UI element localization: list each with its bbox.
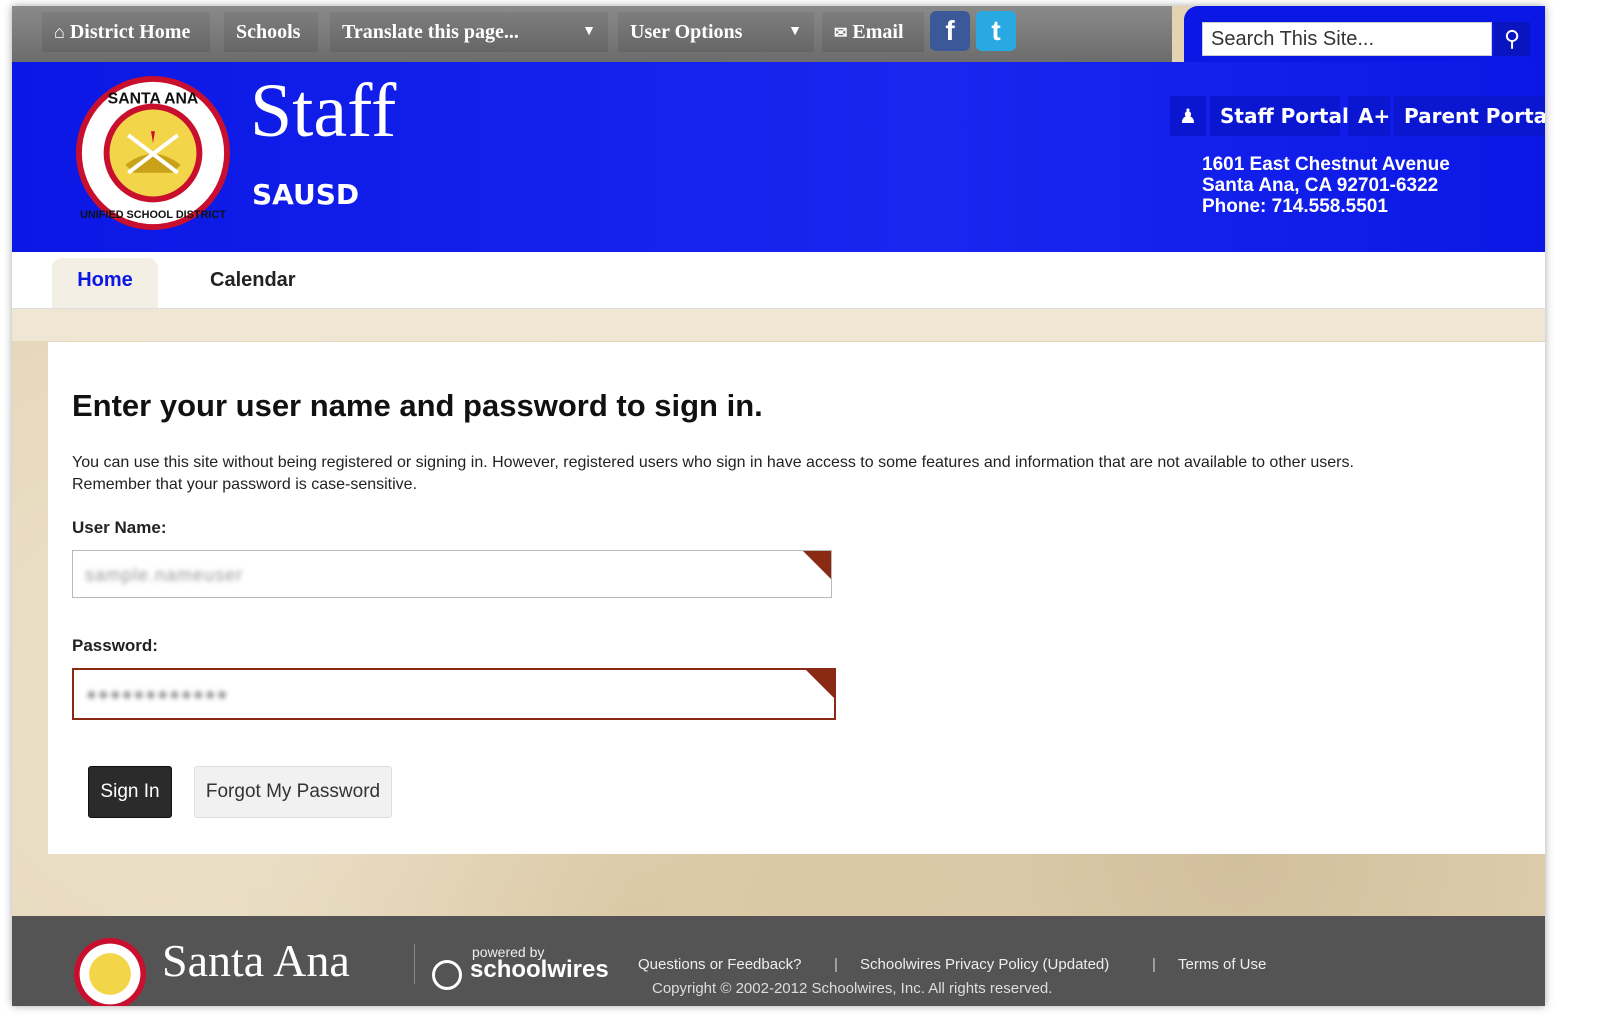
chevron-down-icon: ▼ [788,24,802,39]
section-nav: Home Calendar [12,252,1545,309]
signin-intro: You can use this site without being regi… [72,454,1354,493]
user-options-dropdown[interactable]: User Options ▼ [618,12,814,52]
tab-calendar[interactable]: Calendar [198,258,308,302]
footer-divider [414,944,415,984]
footer-separator: | [1152,956,1156,973]
translate-dropdown[interactable]: Translate this page... ▼ [330,12,608,52]
aplus-icon[interactable]: A+ [1348,96,1390,136]
password-label: Password: [72,636,158,655]
home-icon: ⌂ [54,22,65,42]
footer-seal-logo [73,937,147,1006]
footer-district-name: Santa Ana [162,935,350,986]
required-flag-icon [803,551,831,579]
signin-panel: Enter your user name and password to sig… [48,342,1545,854]
signin-heading: Enter your user name and password to sig… [72,388,763,423]
page-subtitle: SAUSD [252,178,360,211]
email-icon: ✉ [834,25,848,42]
svg-text:SANTA ANA: SANTA ANA [108,91,199,108]
site-footer: Santa Ana powered by schoolwires Questio… [12,916,1545,1006]
facebook-icon[interactable]: f [930,11,970,51]
chevron-down-icon: ▼ [582,24,596,39]
footer-separator: | [834,956,838,973]
feedback-link[interactable]: Questions or Feedback? [638,956,801,973]
search-area: ⚲ [1184,6,1545,66]
parent-portal-link[interactable]: Parent Portal [1394,96,1545,136]
district-seal-logo[interactable]: SANTA ANA UNIFIED SCHOOL DISTRICT [74,74,232,232]
username-field[interactable]: sample.nameuser [72,550,832,598]
search-input[interactable] [1202,22,1492,56]
search-button[interactable]: ⚲ [1494,22,1530,56]
copyright-text: Copyright © 2002-2012 Schoolwires, Inc. … [652,980,1053,997]
browser-page: ⌂ District Home Schools Translate this p… [12,6,1545,1006]
password-field[interactable]: ●●●●●●●●●●●● [72,668,836,720]
search-icon: ⚲ [1503,26,1521,51]
page-title: Staff [250,69,397,153]
privacy-policy-link[interactable]: Schoolwires Privacy Policy (Updated) [860,956,1109,973]
svg-text:UNIFIED SCHOOL DISTRICT: UNIFIED SCHOOL DISTRICT [80,209,226,221]
username-label: User Name: [72,518,167,537]
terms-of-use-link[interactable]: Terms of Use [1178,956,1266,973]
person-icon: ♟ [1170,96,1206,136]
required-flag-icon [806,670,834,698]
schoolwires-brand[interactable]: schoolwires [470,956,609,984]
utility-bar: ⌂ District Home Schools Translate this p… [12,6,1172,62]
schoolwires-icon [432,960,462,990]
district-address: 1601 East Chestnut Avenue Santa Ana, CA … [1202,154,1450,217]
sign-in-button[interactable]: Sign In [88,766,172,818]
nav-strip [12,309,1545,341]
staff-portal-link[interactable]: Staff Portal [1210,96,1349,136]
district-home-link[interactable]: ⌂ District Home [42,12,210,52]
schools-menu[interactable]: Schools [224,12,318,52]
site-header: SANTA ANA UNIFIED SCHOOL DISTRICT Staff … [12,62,1545,252]
twitter-icon[interactable]: t [976,11,1016,51]
email-link[interactable]: ✉ Email [822,12,924,52]
forgot-password-button[interactable]: Forgot My Password [194,766,392,818]
tab-home[interactable]: Home [52,258,158,308]
